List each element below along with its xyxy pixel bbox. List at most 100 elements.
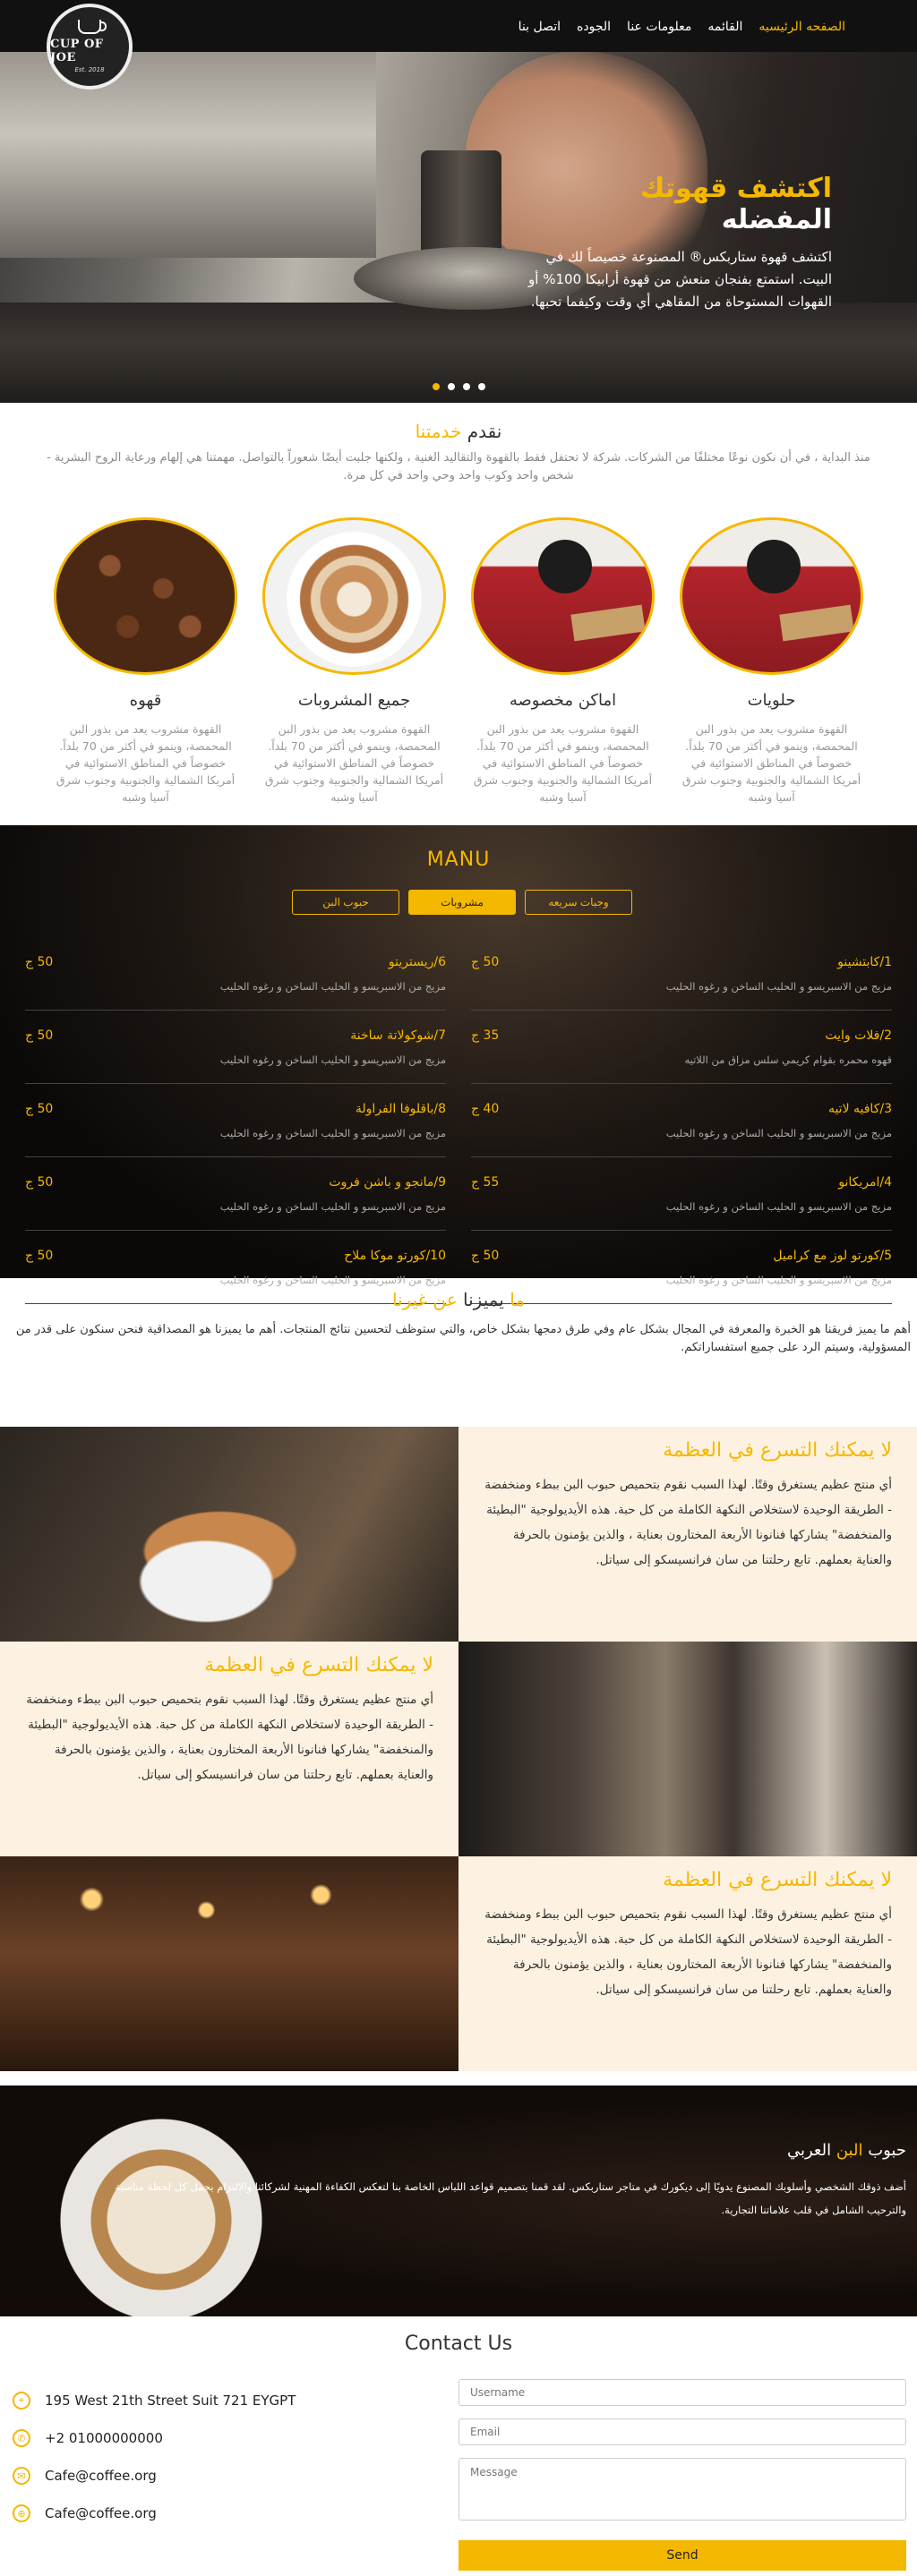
service-card: اماكن مخصوصه القهوة مشروب يعد من بذور ال… bbox=[471, 517, 655, 806]
username-field[interactable] bbox=[458, 2379, 906, 2406]
tab-fast-food[interactable]: وجبات سريعه bbox=[525, 890, 632, 915]
slider-dot[interactable] bbox=[477, 383, 485, 390]
menu-column-left: 6/ريستريتو مزيج من الاسبريسو و الحليب الس… bbox=[25, 937, 446, 1304]
menu-section: MANU وجبات سريعه مشروبات حبوب البن 1/كاب… bbox=[0, 825, 917, 1304]
feature-text: لا يمكنك التسرع في العظمة أي منتج عظيم ي… bbox=[458, 1856, 917, 2071]
nav-link-home[interactable]: الصفحه الرئيسيه bbox=[758, 20, 845, 34]
menu-item-price: 50 ج bbox=[25, 955, 54, 969]
phone-icon: ✆ bbox=[13, 2429, 30, 2447]
menu-item[interactable]: 6/ريستريتو مزيج من الاسبريسو و الحليب الس… bbox=[25, 937, 446, 1011]
menu-item-price: 50 ج bbox=[25, 1175, 54, 1190]
menu-item-price: 50 ج bbox=[25, 1028, 54, 1043]
menu-item-price: 50 ج bbox=[25, 1102, 54, 1116]
nav-link-menu[interactable]: القائمه bbox=[707, 20, 742, 34]
why-title: ما يميزنا عن غيرنا bbox=[0, 1289, 917, 1310]
hero-description: اكتشف قهوة ستاربكس® المصنوعة خصيصاً لك ف… bbox=[528, 249, 832, 310]
banner-text: أضف ذوقك الشخصي وأسلوبك المصنوع يدويًا إ… bbox=[115, 2180, 906, 2216]
menu-item-name: 8/باقلوفا الفراولة bbox=[355, 1102, 446, 1116]
tab-coffee-beans[interactable]: حبوب البن bbox=[292, 890, 399, 915]
message-field[interactable] bbox=[458, 2458, 906, 2521]
services-intro: منذ البداية ، في أن نكون نوعًا مختلفًا م… bbox=[47, 451, 870, 482]
menu-item-name: 9/مانجو و باشن فروت bbox=[329, 1175, 446, 1190]
menu-item[interactable]: 1/كابتشينو مزيج من الاسبريسو و الحليب الس… bbox=[471, 937, 892, 1011]
menu-item-desc: مزيج من الاسبريسو و الحليب الساخن و رغوه… bbox=[219, 1274, 446, 1286]
why-intro: أهم ما يميز فريقنا هو الخبرة والمعرفة في… bbox=[15, 1323, 911, 1354]
email-field[interactable] bbox=[458, 2418, 906, 2445]
menu-tabs: وجبات سريعه مشروبات حبوب البن bbox=[292, 890, 632, 915]
menu-title: MANU bbox=[426, 849, 491, 871]
menu-item-name: 5/كورتو لوز مع كراميل bbox=[773, 1249, 892, 1263]
menu-item[interactable]: 2/فلات وايت قهوه محمره بقوام كريمي سلس مز… bbox=[471, 1011, 892, 1084]
menu-item-name: 10/كورتو موكا ملاح bbox=[344, 1249, 446, 1263]
contact-title: Contact Us bbox=[404, 2333, 513, 2355]
services-title-highlight: خدمتنا bbox=[415, 421, 462, 442]
service-desc: القهوة مشروب يعد من بذور البن المحمصة، و… bbox=[473, 722, 653, 804]
menu-item[interactable]: 3/كافيه لاتيه مزيج من الاسبريسو و الحليب … bbox=[471, 1084, 892, 1157]
feature-block: لا يمكنك التسرع في العظمة أي منتج عظيم ي… bbox=[0, 1856, 917, 2071]
feature-paragraph: أي منتج عظيم يستغرق وقتًا. لهذا السبب نق… bbox=[484, 1478, 892, 1567]
contact-section: Contact Us ⌖ 195 West 21th Street Suit 7… bbox=[0, 2316, 917, 2576]
feature-paragraph: أي منتج عظيم يستغرق وقتًا. لهذا السبب نق… bbox=[26, 1693, 433, 1782]
feature-paragraph: أي منتج عظيم يستغرق وقتًا. لهذا السبب نق… bbox=[484, 1907, 892, 1997]
feature-text: لا يمكنك التسرع في العظمة أي منتج عظيم ي… bbox=[0, 1642, 458, 1856]
banner-title-main: حبوب bbox=[868, 2141, 906, 2160]
menu-item-name: 2/فلات وايت bbox=[825, 1028, 892, 1043]
service-desc: القهوة مشروب يعد من بذور البن المحمصة، و… bbox=[56, 722, 236, 804]
feature-block: لا يمكنك التسرع في العظمة أي منتج عظيم ي… bbox=[0, 1642, 917, 1856]
slider-dot[interactable] bbox=[447, 383, 455, 390]
hero-espresso-machine bbox=[0, 52, 376, 258]
logo-name: CUP OF JOE bbox=[50, 38, 104, 64]
menu-item-desc: مزيج من الاسبريسو و الحليب الساخن و رغوه… bbox=[219, 1200, 446, 1213]
menu-item-name: 3/كافيه لاتيه bbox=[827, 1102, 892, 1116]
why-title-a: ما bbox=[510, 1289, 526, 1310]
hero-title-highlight: اكتشف قهوتك bbox=[639, 173, 832, 204]
menu-item-desc: مزيج من الاسبريسو و الحليب الساخن و رغوه… bbox=[219, 1053, 446, 1066]
slider-dot[interactable] bbox=[462, 383, 470, 390]
service-name: جميع المشروبات bbox=[297, 691, 411, 710]
service-card: جميع المشروبات القهوة مشروب يعد من بذور … bbox=[262, 517, 446, 806]
menu-item-desc: مزيج من الاسبريسو و الحليب الساخن و رغوه… bbox=[219, 980, 446, 993]
page: CUP OF JOE Est. 2018 الصفحه الرئيسيه الق… bbox=[0, 0, 917, 2576]
service-card: قهوه القهوة مشروب يعد من بذور البن المحم… bbox=[54, 517, 237, 806]
menu-item[interactable]: 4/امريكانو مزيج من الاسبريسو و الحليب الس… bbox=[471, 1157, 892, 1231]
menu-item-desc: قهوه محمره بقوام كريمي سلس مزاق من اللات… bbox=[684, 1053, 892, 1066]
menu-item-desc: مزيج من الاسبريسو و الحليب الساخن و رغوه… bbox=[219, 1127, 446, 1139]
menu-item[interactable]: 9/مانجو و باشن فروت مزيج من الاسبريسو و ا… bbox=[25, 1157, 446, 1231]
brand-logo[interactable]: CUP OF JOE Est. 2018 bbox=[47, 4, 133, 90]
slider-dot[interactable] bbox=[432, 383, 440, 390]
globe-icon: ⊕ bbox=[13, 2504, 30, 2522]
tab-drinks[interactable]: مشروبات bbox=[408, 890, 516, 915]
nav-link-contact[interactable]: اتصل بنا bbox=[518, 20, 561, 34]
menu-item-desc: مزيج من الاسبريسو و الحليب الساخن و رغوه… bbox=[665, 1274, 892, 1286]
send-button[interactable]: Send bbox=[458, 2540, 906, 2571]
services-title: نقدم خدمتنا bbox=[0, 421, 917, 442]
contact-website: ⊕ Cafe@coffee.org bbox=[13, 2504, 157, 2522]
menu-item[interactable]: 7/شوكولاتة ساخنة مزيج من الاسبريسو و الحل… bbox=[25, 1011, 446, 1084]
service-name: حلويات bbox=[747, 691, 796, 710]
menu-item-price: 50 ج bbox=[471, 955, 500, 969]
menu-item-name: 4/امريكانو bbox=[838, 1175, 892, 1190]
feature-block: لا يمكنك التسرع في العظمة أي منتج عظيم ي… bbox=[0, 1427, 917, 1642]
menu-item-price: 55 ج bbox=[471, 1175, 500, 1190]
slider-dots bbox=[0, 383, 917, 390]
contact-address: ⌖ 195 West 21th Street Suit 721 EYGPT bbox=[13, 2392, 296, 2410]
feature-title: لا يمكنك التسرع في العظمة bbox=[663, 1869, 892, 1891]
service-image bbox=[471, 517, 655, 675]
coffee-cup-icon bbox=[78, 20, 107, 34]
menu-item[interactable]: 8/باقلوفا الفراولة مزيج من الاسبريسو و ال… bbox=[25, 1084, 446, 1157]
mail-icon: ✉ bbox=[13, 2467, 30, 2485]
feature-title: لا يمكنك التسرع في العظمة bbox=[204, 1654, 433, 1676]
banner-title: حبوب البن العربي bbox=[787, 2141, 906, 2160]
nav-link-quality[interactable]: الجوده bbox=[577, 20, 611, 34]
menu-item-price: 35 ج bbox=[471, 1028, 500, 1043]
nav-link-about[interactable]: معلومات عنا bbox=[627, 20, 691, 34]
logo-est: Est. 2018 bbox=[74, 66, 105, 73]
contact-phone: ✆ +2 01000000000 bbox=[13, 2429, 163, 2447]
top-navbar: CUP OF JOE Est. 2018 الصفحه الرئيسيه الق… bbox=[0, 0, 917, 90]
service-image bbox=[680, 517, 863, 675]
services-title-main: نقدم bbox=[467, 421, 502, 442]
menu-item-price: 50 ج bbox=[471, 1249, 500, 1263]
feature-image bbox=[458, 1642, 917, 1856]
menu-item-price: 40 ج bbox=[471, 1102, 500, 1116]
services-list: حلويات القهوة مشروب يعد من بذور البن الم… bbox=[54, 517, 863, 806]
